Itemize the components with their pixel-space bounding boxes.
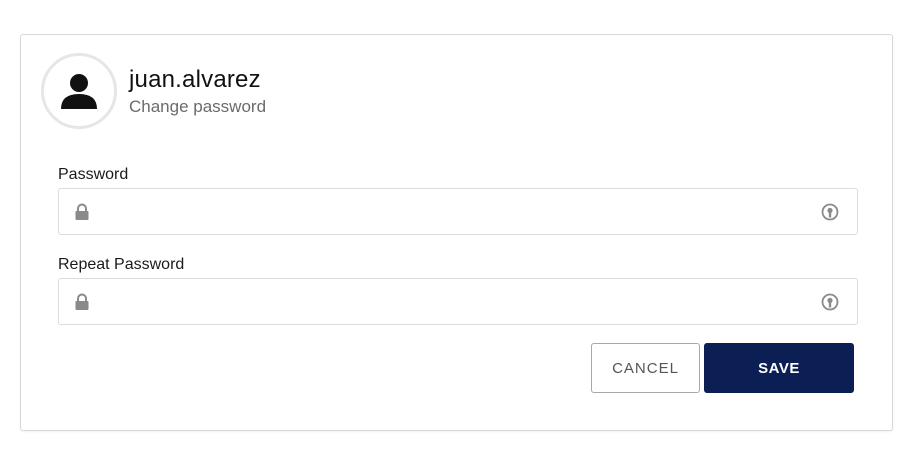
user-silhouette-icon [61, 74, 97, 109]
change-password-card: juan.alvarez Change password Password Re… [20, 34, 893, 431]
repeat-password-label: Repeat Password [58, 256, 185, 273]
password-input[interactable] [101, 189, 801, 234]
lock-icon [75, 293, 89, 310]
repeat-password-field[interactable] [58, 278, 858, 325]
page-subtitle: Change password [129, 97, 267, 116]
username: juan.alvarez [129, 66, 261, 93]
eye-reveal-icon[interactable] [819, 201, 841, 223]
cancel-button[interactable]: CANCEL [591, 343, 700, 393]
eye-reveal-icon[interactable] [819, 291, 841, 313]
password-field[interactable] [58, 188, 858, 235]
repeat-password-input[interactable] [101, 279, 801, 324]
avatar [41, 53, 117, 129]
password-label: Password [58, 166, 129, 183]
save-button[interactable]: SAVE [704, 343, 854, 393]
lock-icon [75, 203, 89, 220]
